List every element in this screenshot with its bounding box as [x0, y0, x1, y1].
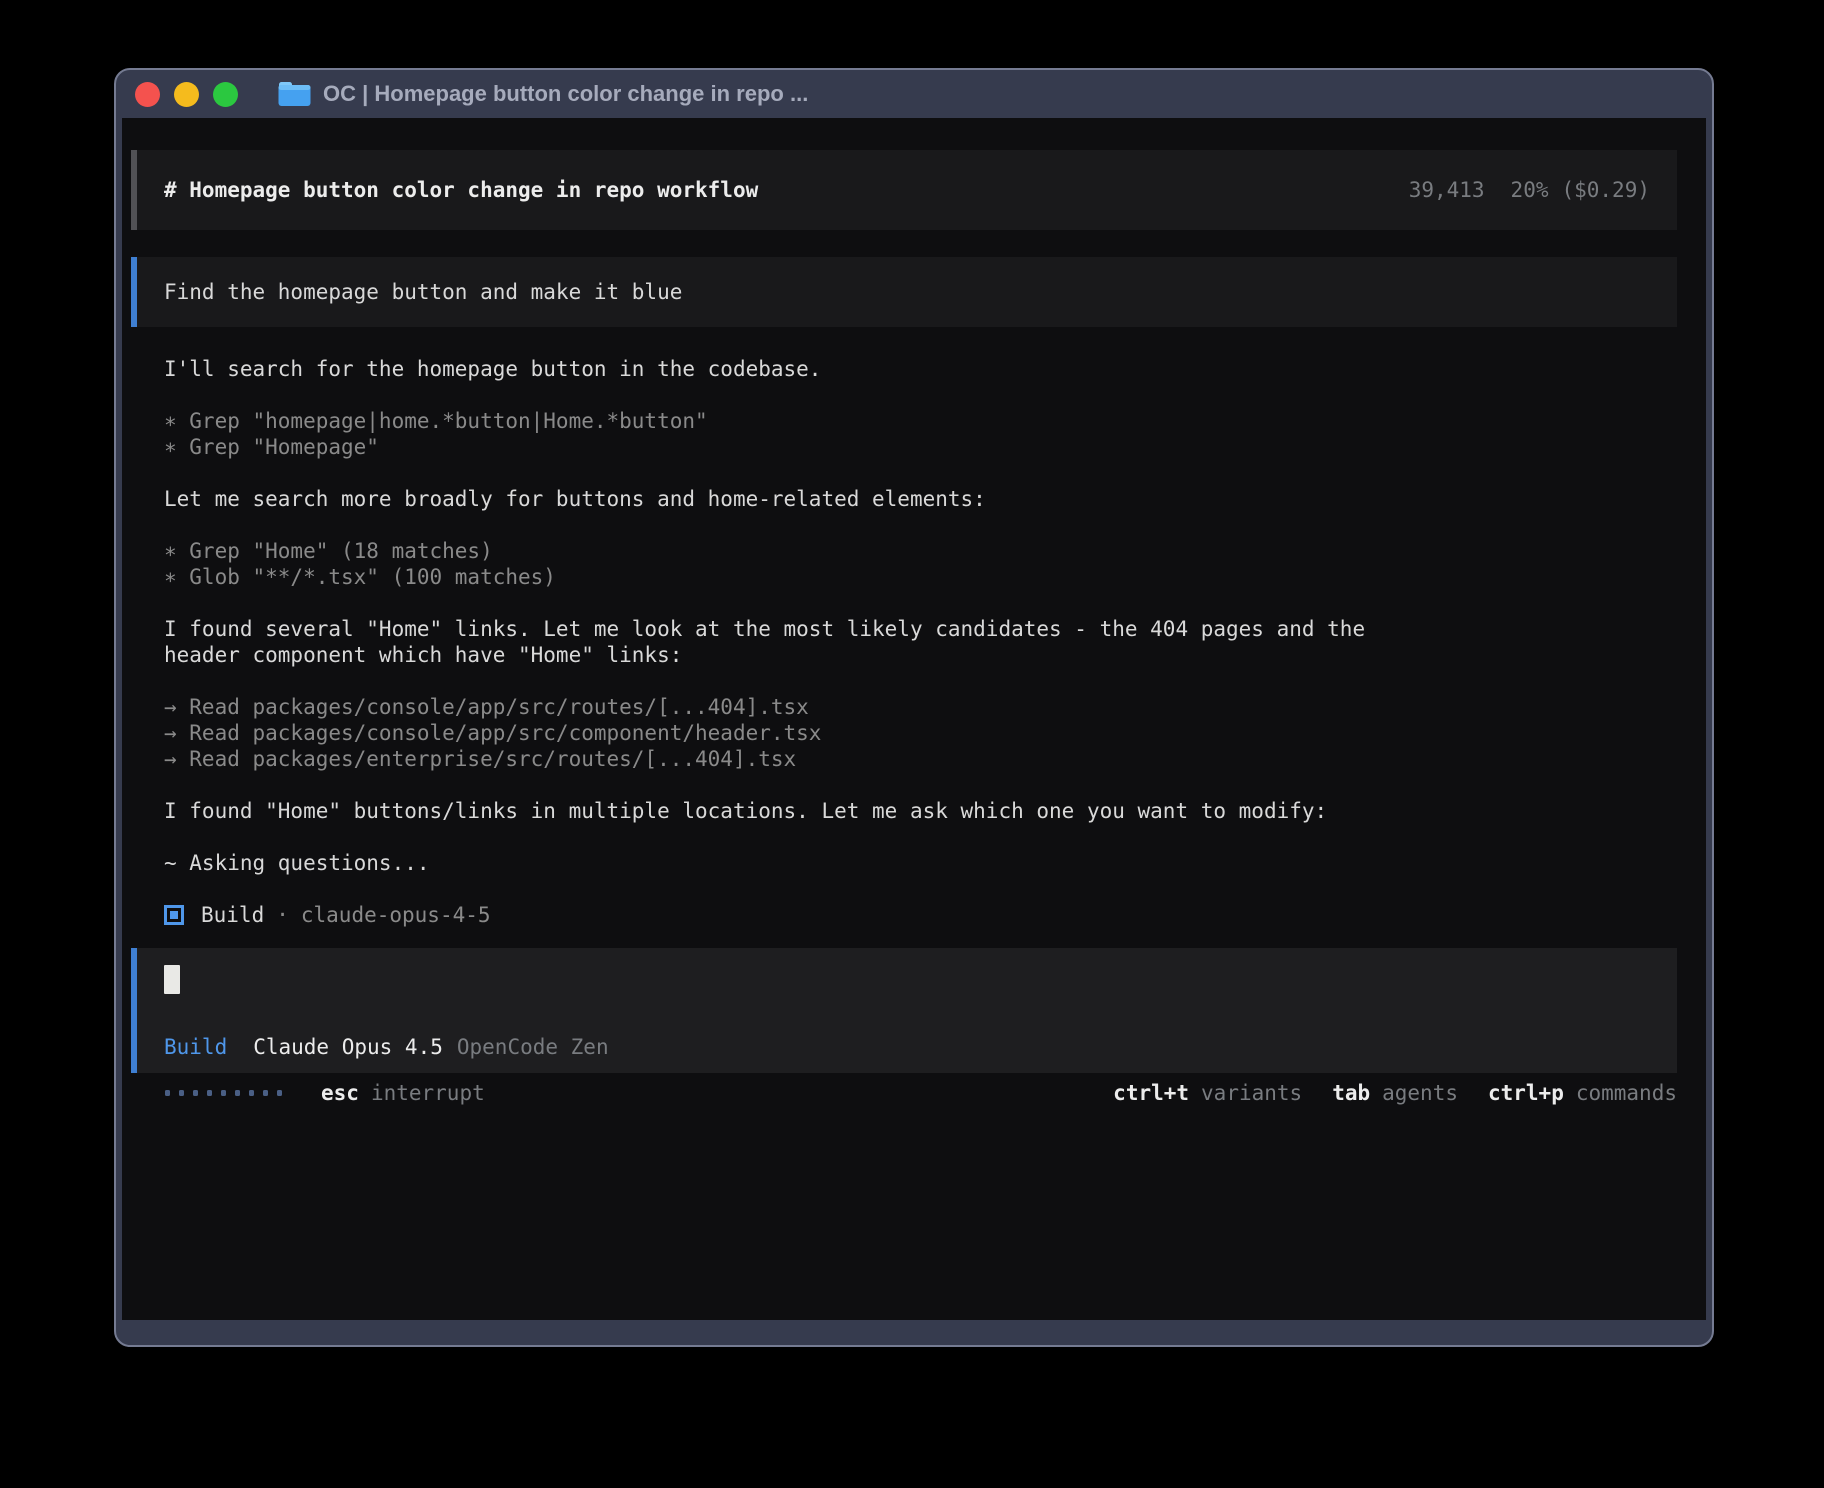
agent-model: claude-opus-4-5 [301, 903, 491, 927]
status-bar: esc interrupt ctrl+tvariantstabagentsctr… [131, 1080, 1677, 1106]
activity-dot [179, 1090, 184, 1096]
esc-key[interactable]: esc [321, 1081, 359, 1105]
blank-line [164, 512, 1677, 538]
assistant-transcript: I'll search for the homepage button in t… [131, 356, 1677, 902]
session-title: # Homepage button color change in repo w… [164, 178, 758, 202]
status-bar-left: esc interrupt [165, 1081, 485, 1105]
mode-badge[interactable]: Build [164, 1035, 227, 1059]
status-bar-shortcuts: ctrl+t variants tab agents ctrl+p commands [1113, 1081, 1677, 1105]
session-header: # Homepage button color change in repo w… [131, 150, 1677, 230]
tool-call-line: ∗ Grep "Home" (18 matches) [164, 538, 1677, 564]
agent-separator: · [276, 903, 289, 927]
shortcut-key[interactable]: ctrl+t [1113, 1081, 1189, 1105]
token-count: 39,413 [1409, 178, 1485, 202]
blank-line [164, 824, 1677, 850]
blank-line [164, 668, 1677, 694]
tool-call-line: ∗ Grep "Homepage" [164, 434, 1677, 460]
shortcut-label: agents [1382, 1081, 1458, 1105]
tool-call-line: → Read packages/console/app/src/componen… [164, 720, 1677, 746]
assistant-text-line: header component which have "Home" links… [164, 642, 1677, 668]
user-message: Find the homepage button and make it blu… [131, 257, 1677, 327]
tool-call-line: ∗ Grep "homepage|home.*button|Home.*butt… [164, 408, 1677, 434]
minimize-button[interactable] [174, 82, 199, 107]
blank-line [164, 772, 1677, 798]
shortcut-commands: ctrl+p commands [1488, 1081, 1677, 1105]
provider-name: OpenCode Zen [457, 1035, 609, 1059]
blank-line [164, 590, 1677, 616]
shortcut-label: commands [1576, 1081, 1677, 1105]
activity-dot [207, 1090, 212, 1096]
maximize-button[interactable] [213, 82, 238, 107]
shortcut-label: variants [1201, 1081, 1302, 1105]
tool-call-line: → Read packages/enterprise/src/routes/[.… [164, 746, 1677, 772]
activity-dot [263, 1090, 268, 1096]
shortcut-agents: tab agents [1332, 1081, 1458, 1105]
activity-dot [249, 1090, 254, 1096]
activity-dots [165, 1090, 291, 1096]
window-title: OC | Homepage button color change in rep… [323, 81, 808, 107]
context-percent: 20% [1511, 178, 1549, 202]
agent-build-icon [164, 905, 184, 925]
activity-dot [235, 1090, 240, 1096]
tool-call-line: ∗ Glob "**/*.tsx" (100 matches) [164, 564, 1677, 590]
blank-line [164, 876, 1677, 902]
shortcut-key[interactable]: tab [1332, 1081, 1370, 1105]
agent-status-line: Build · claude-opus-4-5 [131, 902, 1677, 928]
prompt-input[interactable]: Build Claude Opus 4.5 OpenCode Zen [131, 948, 1677, 1073]
terminal-window: OC | Homepage button color change in rep… [114, 68, 1714, 1347]
window-titlebar: OC | Homepage button color change in rep… [116, 70, 1712, 118]
assistant-text-line: ~ Asking questions... [164, 850, 1677, 876]
assistant-text-line: Let me search more broadly for buttons a… [164, 486, 1677, 512]
shortcut-key[interactable]: ctrl+p [1488, 1081, 1564, 1105]
assistant-text-line: I found several "Home" links. Let me loo… [164, 616, 1677, 642]
session-stats: 39,413 20% ($0.29) [1409, 178, 1650, 202]
activity-dot [277, 1090, 282, 1096]
shortcut-variants: ctrl+t variants [1113, 1081, 1302, 1105]
input-mode-row: Build Claude Opus 4.5 OpenCode Zen [164, 1035, 1650, 1059]
session-cost: ($0.29) [1561, 178, 1650, 202]
assistant-text-line: I found "Home" buttons/links in multiple… [164, 798, 1677, 824]
agent-name: Build [201, 903, 264, 927]
text-cursor [164, 965, 180, 994]
activity-dot [221, 1090, 226, 1096]
tool-call-line: → Read packages/console/app/src/routes/[… [164, 694, 1677, 720]
terminal-content: # Homepage button color change in repo w… [122, 118, 1706, 1320]
folder-icon [278, 81, 311, 107]
close-button[interactable] [135, 82, 160, 107]
assistant-text-line: I'll search for the homepage button in t… [164, 356, 1677, 382]
activity-dot [193, 1090, 198, 1096]
activity-dot [165, 1090, 170, 1096]
model-name[interactable]: Claude Opus 4.5 [253, 1035, 443, 1059]
esc-label: interrupt [371, 1081, 485, 1105]
blank-line [164, 382, 1677, 408]
blank-line [164, 460, 1677, 486]
user-message-text: Find the homepage button and make it blu… [164, 280, 682, 304]
